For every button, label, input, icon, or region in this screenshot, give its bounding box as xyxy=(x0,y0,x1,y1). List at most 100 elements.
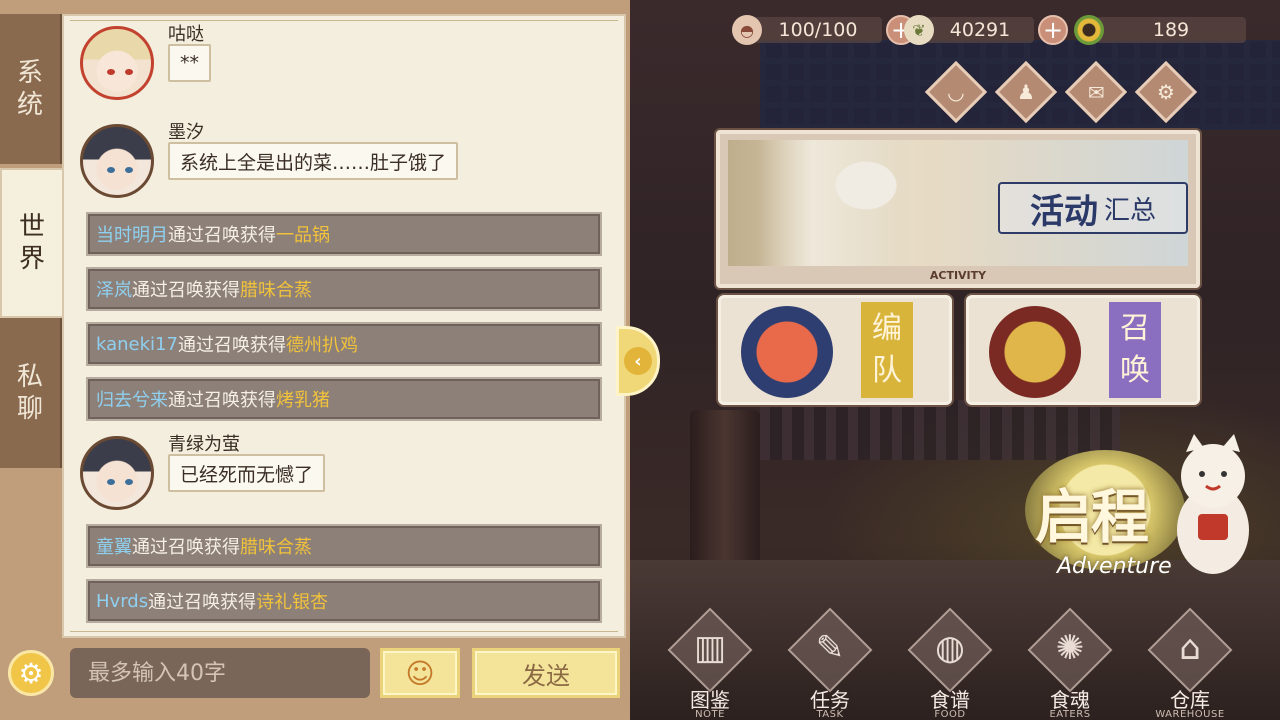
player-name[interactable]: 当时明月 xyxy=(96,221,168,247)
add-coins-button[interactable]: + xyxy=(1038,15,1068,45)
notice-verb: 通过召唤获得 xyxy=(168,390,276,411)
nav-food-sub: FOOD xyxy=(934,709,966,720)
stamina-resource: ◓ 100/100 + xyxy=(732,14,916,46)
soul-icon: ✺ xyxy=(1055,628,1085,668)
coin-value: 40291 xyxy=(926,17,1034,43)
tab-private[interactable]: 私 聊 xyxy=(0,318,62,468)
dumpling-icon: ◓ xyxy=(732,15,762,45)
team-label-1: 编 xyxy=(872,311,902,346)
tab-system-label-1: 系 xyxy=(16,58,43,88)
player-name[interactable]: Hvrds xyxy=(96,591,148,612)
tab-system-label-2: 统 xyxy=(16,90,43,120)
task-icon: ✎ xyxy=(815,628,845,668)
item-name[interactable]: 一品锅 xyxy=(276,221,330,247)
nav-task[interactable]: ✎ 任务 TASK xyxy=(770,606,890,720)
notice-verb: 通过召唤获得 xyxy=(132,280,240,301)
system-notice-row: 当时明月 通过召唤获得 一品锅 xyxy=(86,212,602,256)
chat-message-list[interactable]: 咕哒 ** 墨汐 系统上全是出的菜……肚子饿了 当时明月 通过召唤获得 一品锅 泽岚… xyxy=(62,14,626,638)
activity-character xyxy=(758,140,938,266)
activity-title: 活动 汇总 xyxy=(998,182,1188,234)
notice-verb: 通过召唤获得 xyxy=(148,592,257,613)
nav-warehouse-sub: WAREHOUSE xyxy=(1155,709,1225,720)
emoji-button[interactable]: ☺ xyxy=(380,648,460,698)
avatar-eye xyxy=(125,69,133,75)
book-icon: ▥ xyxy=(693,628,727,668)
system-notice-row: 归去兮来 通过召唤获得 烤乳猪 xyxy=(86,377,602,421)
activity-art: 活动 汇总 xyxy=(728,140,1188,266)
sender-name: 青绿为萤 xyxy=(168,434,240,455)
chevron-left-icon: ‹ xyxy=(624,347,652,375)
item-name[interactable]: 烤乳猪 xyxy=(276,386,330,412)
team-emblem xyxy=(741,306,833,398)
stamina-value: 100/100 xyxy=(754,17,882,43)
summon-label-1: 召 xyxy=(1120,311,1150,346)
avatar-eye xyxy=(125,479,133,485)
summon-button[interactable]: 召 唤 xyxy=(966,295,1200,405)
avatar[interactable] xyxy=(80,26,154,100)
summon-emblem xyxy=(989,306,1081,398)
activity-title-sub: 汇总 xyxy=(1103,195,1156,226)
tab-world-label-2: 界 xyxy=(18,244,45,274)
message-bubble: 已经死而无憾了 xyxy=(168,454,326,492)
avatar-eye xyxy=(125,167,133,173)
tab-system[interactable]: 系 统 xyxy=(0,14,62,164)
sender-name: 墨汐 xyxy=(168,122,204,143)
adventure-subtitle: Adventure xyxy=(1057,554,1172,579)
message-bubble: 系统上全是出的菜……肚子饿了 xyxy=(168,142,459,180)
summon-label-2: 唤 xyxy=(1120,353,1150,388)
tab-private-label-2: 聊 xyxy=(16,394,43,424)
player-name[interactable]: 泽岚 xyxy=(96,276,132,302)
team-label: 编 队 xyxy=(861,302,913,398)
avatar-eye xyxy=(107,167,115,173)
avatar-eye xyxy=(107,479,115,485)
avatar-eye xyxy=(107,69,115,75)
pig-face-icon: ☺ xyxy=(405,656,435,690)
tab-world[interactable]: 世 界 xyxy=(0,168,62,318)
nav-eaters[interactable]: ✺ 食魂 EATERS xyxy=(1010,606,1130,720)
adventure-title: 启程 xyxy=(1035,483,1149,551)
team-button[interactable]: 编 队 xyxy=(718,295,952,405)
team-label-2: 队 xyxy=(872,353,902,388)
system-notice-row: 童翼 通过召唤获得 腊味合蒸 xyxy=(86,524,602,568)
tab-private-label-1: 私 xyxy=(16,362,43,392)
gem-value: 189 xyxy=(1096,17,1246,43)
player-name[interactable]: 归去兮来 xyxy=(96,386,168,412)
send-button[interactable]: 发送 xyxy=(472,648,620,698)
plate-icon: ◍ xyxy=(935,628,965,668)
chat-panel: 系 统 世 界 私 聊 ⚙ 咕哒 ** 墨汐 系统上全是出的菜……肚子饿了 当时… xyxy=(0,0,630,720)
lucky-cat-icon xyxy=(1177,434,1249,574)
message-bubble: ** xyxy=(168,44,211,82)
item-name[interactable]: 诗礼银杏 xyxy=(256,588,328,614)
bottom-navigation: ▥ 图鉴 NOTE ✎ 任务 TASK ◍ 食谱 FOOD ✺ 食魂 EATER… xyxy=(650,606,1280,720)
nav-warehouse[interactable]: ⌂ 仓库 WAREHOUSE xyxy=(1130,606,1250,720)
avatar[interactable] xyxy=(80,124,154,198)
gem-resource: 189 xyxy=(1074,14,1246,46)
player-name[interactable]: 童翼 xyxy=(96,533,132,559)
jade-icon xyxy=(1074,15,1104,45)
chat-input[interactable] xyxy=(70,648,370,698)
chat-settings-gear-icon[interactable]: ⚙ xyxy=(8,650,54,696)
nav-note-sub: NOTE xyxy=(695,709,725,720)
nav-food[interactable]: ◍ 食谱 FOOD xyxy=(890,606,1010,720)
warehouse-icon: ⌂ xyxy=(1179,628,1201,668)
player-name[interactable]: kaneki17 xyxy=(96,334,178,355)
notice-verb: 通过召唤获得 xyxy=(132,537,240,558)
leaf-coin-icon: ❦ xyxy=(904,15,934,45)
activity-title-main: 活动 xyxy=(1029,191,1098,232)
nav-eaters-sub: EATERS xyxy=(1049,709,1091,720)
system-notice-row: 泽岚 通过召唤获得 腊味合蒸 xyxy=(86,267,602,311)
summon-label: 召 唤 xyxy=(1109,302,1161,398)
activity-banner[interactable]: 活动 汇总 ACTIVITY xyxy=(716,130,1200,288)
avatar[interactable] xyxy=(80,436,154,510)
nav-task-sub: TASK xyxy=(816,709,844,720)
sender-name: 咕哒 xyxy=(168,24,204,45)
notice-verb: 通过召唤获得 xyxy=(177,335,286,356)
system-notice-row: Hvrds 通过召唤获得 诗礼银杏 xyxy=(86,579,602,623)
item-name[interactable]: 腊味合蒸 xyxy=(240,276,312,302)
item-name[interactable]: 德州扒鸡 xyxy=(286,331,358,357)
activity-label: ACTIVITY xyxy=(929,269,987,282)
tab-world-label-1: 世 xyxy=(18,212,45,242)
chat-input-bar: ☺ 发送 xyxy=(62,642,626,706)
item-name[interactable]: 腊味合蒸 xyxy=(240,533,312,559)
nav-note[interactable]: ▥ 图鉴 NOTE xyxy=(650,606,770,720)
